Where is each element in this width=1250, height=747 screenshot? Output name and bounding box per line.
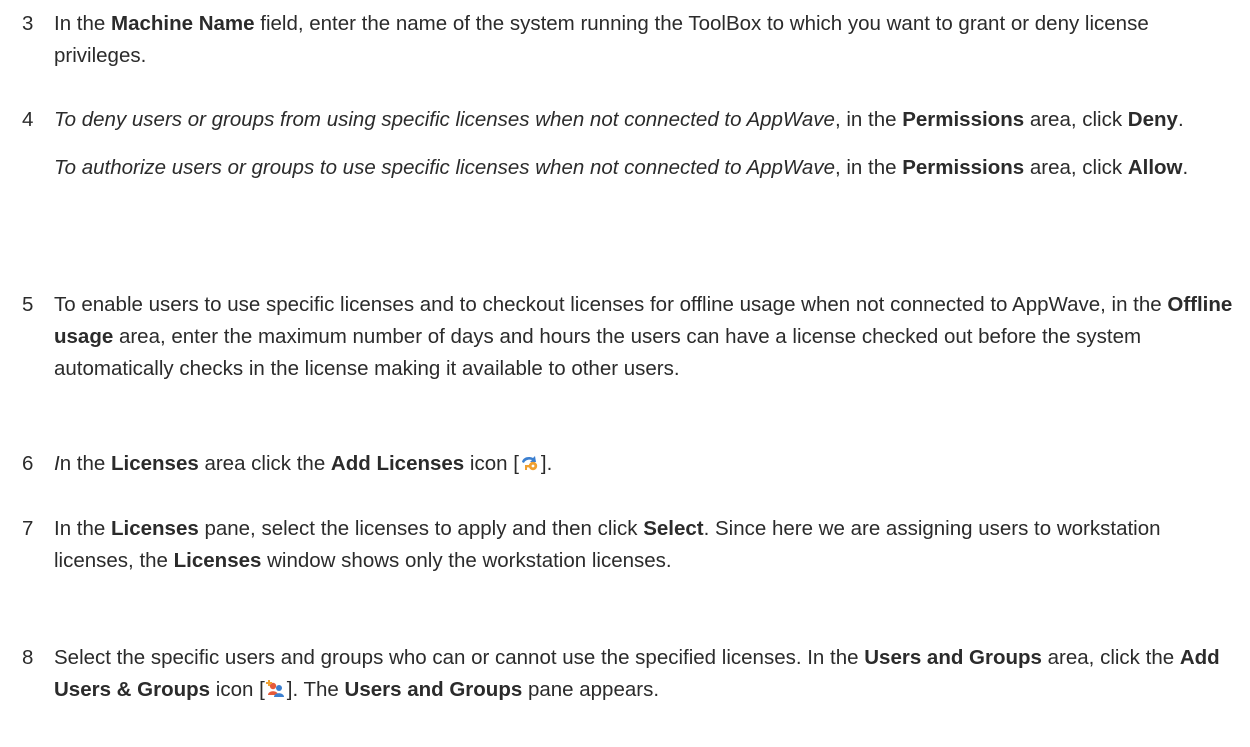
step-body: In the Licenses pane, select the license… [54,513,1237,577]
text-run: window shows only the workstation licens… [261,549,672,572]
ui-term-deny: Deny [1127,108,1178,131]
text-run: ]. [540,452,553,475]
text-run: icon [ [210,678,265,701]
text-run: In the [54,517,111,540]
ui-term-licenses: Licenses [173,549,262,572]
text-run: In the [54,12,111,35]
step-body: Select the specific users and groups who… [54,642,1237,706]
step-5: 5 To enable users to use specific licens… [22,289,1237,385]
ui-term-users-and-groups: Users and Groups [344,678,523,701]
step-paragraph: To deny users or groups from using speci… [54,104,1237,136]
text-run: area, click [1024,156,1128,179]
ui-term-allow: Allow [1127,156,1183,179]
text-run: area, enter the maximum number of days a… [54,325,1142,380]
text-run: pane, select the licenses to apply and t… [198,517,644,540]
step-paragraph: In the Licenses area click the Add Licen… [54,448,1237,480]
text-run: To enable users to use specific licenses… [54,293,1168,316]
step-8: 8 Select the specific users and groups w… [22,642,1237,706]
step-paragraph: To authorize users or groups to use spec… [54,152,1237,184]
document-page: 3 In the Machine Name field, enter the n… [0,0,1250,747]
ui-term-permissions: Permissions [902,156,1025,179]
italic-condition: To authorize users or groups to use spec… [54,156,835,179]
step-number: 7 [22,517,34,540]
step-body: To deny users or groups from using speci… [54,104,1237,184]
step-7: 7 In the Licenses pane, select the licen… [22,513,1237,577]
step-number: 6 [22,452,34,475]
step-4: 4 To deny users or groups from using spe… [22,104,1237,184]
ui-term-users-and-groups: Users and Groups [864,646,1042,669]
add-licenses-icon [519,451,541,471]
text-run: pane appears. [522,678,660,701]
text-run: n the [59,452,111,475]
ui-term-add-licenses: Add Licenses [330,452,465,475]
step-3: 3 In the Machine Name field, enter the n… [22,8,1237,72]
step-paragraph: Select the specific users and groups who… [54,642,1237,706]
text-run: , in the [834,108,903,131]
step-paragraph: In the Licenses pane, select the license… [54,513,1237,577]
text-run: Select the specific users and groups who… [54,646,865,669]
text-run: area, click the [1041,646,1180,669]
ui-term-permissions: Permissions [902,108,1025,131]
text-run: , in the [834,156,903,179]
step-body: To enable users to use specific licenses… [54,289,1237,385]
text-run: ]. The [286,678,345,701]
step-number: 3 [22,12,34,35]
step-paragraph: In the Machine Name field, enter the nam… [54,8,1237,72]
step-number: 8 [22,646,34,669]
step-number: 4 [22,108,34,131]
ui-term-licenses: Licenses [111,517,199,540]
text-run: area click the [198,452,331,475]
step-body: In the Licenses area click the Add Licen… [54,448,1237,480]
text-run: . [1177,108,1184,131]
step-6: 6 In the Licenses area click the Add Lic… [22,448,1237,480]
ui-term-select: Select [643,517,704,540]
text-run: . [1182,156,1189,179]
step-paragraph: To enable users to use specific licenses… [54,289,1237,385]
add-users-groups-icon [265,677,287,697]
ui-term-licenses: Licenses [111,452,199,475]
italic-condition: To deny users or groups from using speci… [54,108,835,131]
step-number: 5 [22,293,34,316]
text-run: area, click [1024,108,1128,131]
step-body: In the Machine Name field, enter the nam… [54,8,1237,72]
ui-term-machine-name: Machine Name [111,12,255,35]
text-run: icon [ [464,452,519,475]
